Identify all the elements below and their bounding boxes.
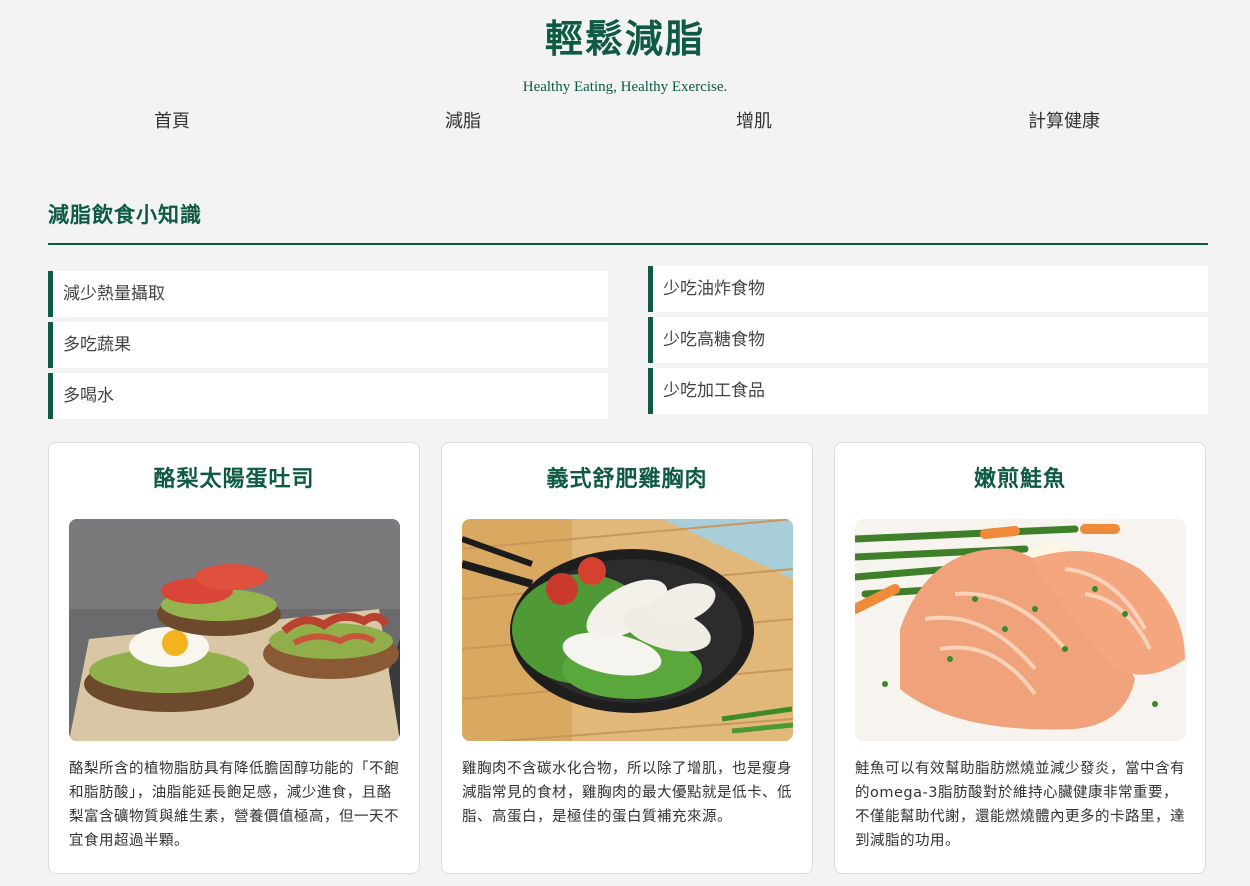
card-description: 酪梨所含的植物脂肪具有降低膽固醇功能的「不飽和脂肪酸」，油脂能延長飽足感，減少進… — [69, 761, 399, 849]
food-card-salmon: 嫩煎鮭魚 鮭魚可以有效幫助脂肪燃燒並減少發炎，當中含有的omega-3脂肪酸對於… — [834, 442, 1206, 874]
card-title: 嫩煎鮭魚 — [973, 467, 1066, 492]
chicken-breast-photo — [462, 519, 793, 741]
site-tagline: Healthy Eating, Healthy Exercise. — [522, 79, 728, 95]
card-title: 義式舒肥雞胸肉 — [546, 467, 708, 492]
tips-list-left: 減少熱量攝取 多吃蔬果 多喝水 — [48, 271, 608, 424]
tip-item: 多吃蔬果 — [48, 322, 608, 368]
section-divider — [48, 243, 1208, 245]
card-description: 鮭魚可以有效幫助脂肪燃燒並減少發炎，當中含有的omega-3脂肪酸對於維持心臟健… — [855, 761, 1185, 849]
tips-list-right: 少吃油炸食物 少吃高糖食物 少吃加工食品 — [648, 266, 1208, 419]
tip-item: 多喝水 — [48, 373, 608, 419]
nav-item-home[interactable]: 首頁 — [82, 108, 262, 136]
site-header: 輕鬆減脂 Healthy Eating, Healthy Exercise. — [0, 0, 1250, 96]
tip-item: 減少熱量攝取 — [48, 271, 608, 317]
salmon-photo — [855, 519, 1186, 741]
nav-item-muscle-gain[interactable]: 增肌 — [664, 108, 844, 136]
nav-item-fat-loss[interactable]: 減脂 — [373, 108, 553, 136]
site-title: 輕鬆減脂 — [544, 17, 705, 61]
section-title: 減脂飲食小知識 — [48, 203, 202, 227]
food-card-chicken-breast: 義式舒肥雞胸肉 雞胸肉不含碳水化合物，所以除了增肌，也是瘦身減脂常見的食材，雞胸… — [441, 442, 813, 874]
card-description: 雞胸肉不含碳水化合物，所以除了增肌，也是瘦身減脂常見的食材，雞胸肉的最大優點就是… — [462, 761, 792, 825]
tip-item: 少吃油炸食物 — [648, 266, 1208, 312]
main-nav: 首頁 減脂 增肌 計算健康 — [0, 108, 1250, 136]
food-card-avocado-toast: 酪梨太陽蛋吐司 酪梨所含的植物脂肪具有降低膽固醇功能的「不飽和脂肪酸」，油脂能延… — [48, 442, 420, 874]
tip-item: 少吃高糖食物 — [648, 317, 1208, 363]
tip-item: 少吃加工食品 — [648, 368, 1208, 414]
nav-item-health-calculator[interactable]: 計算健康 — [974, 108, 1154, 136]
avocado-toast-photo — [69, 519, 400, 741]
card-title: 酪梨太陽蛋吐司 — [153, 467, 315, 492]
